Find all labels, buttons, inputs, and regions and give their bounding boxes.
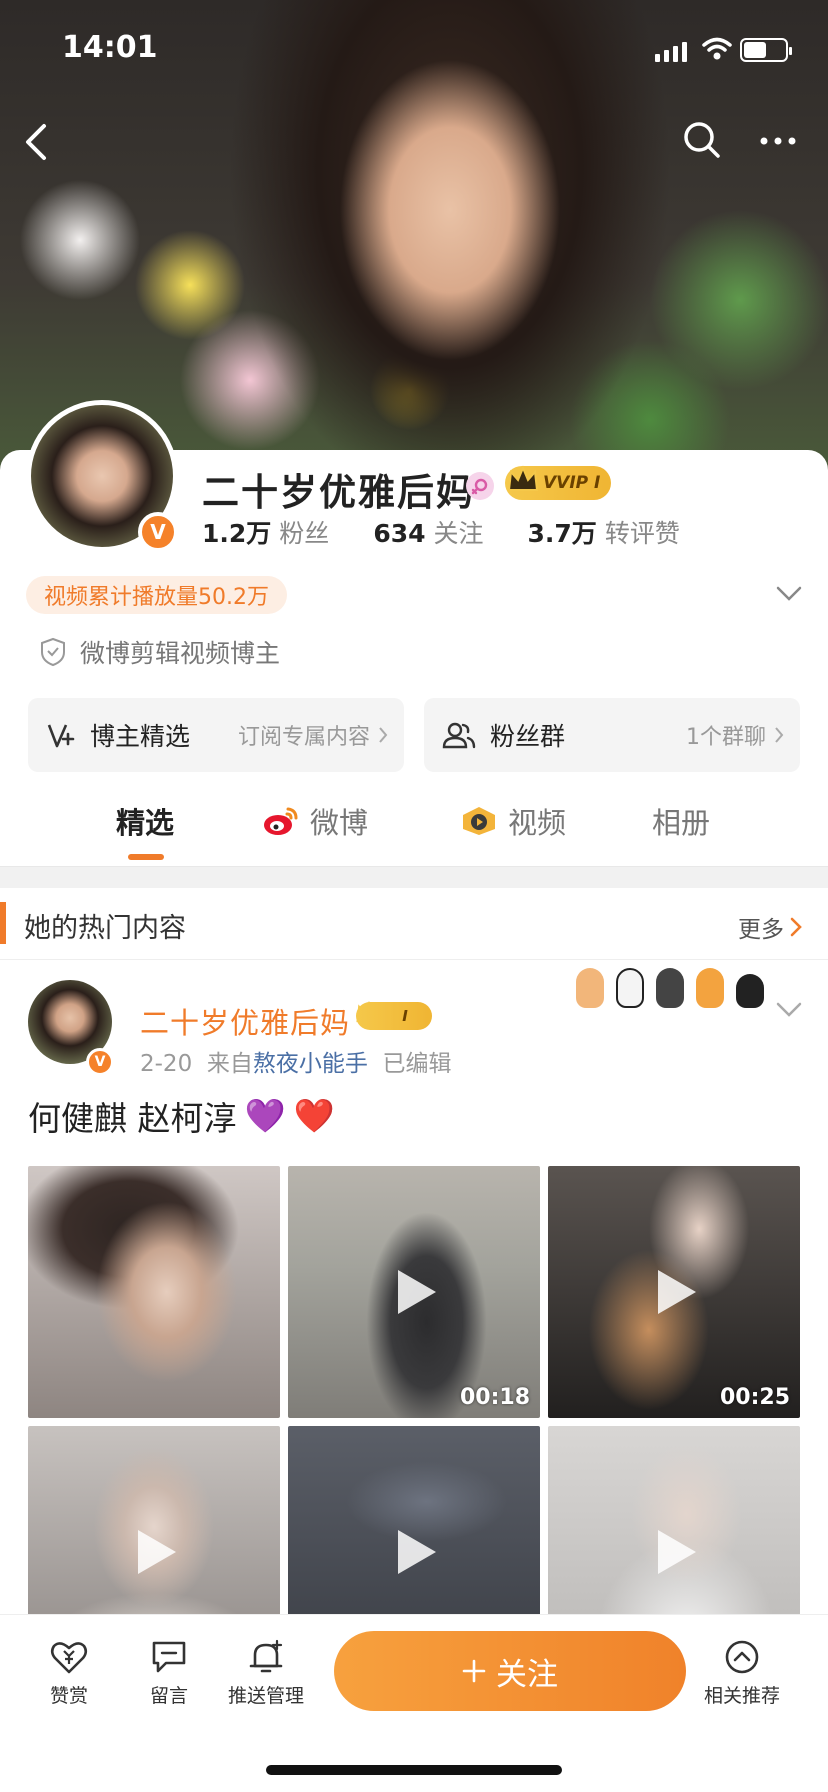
cellular-signal-icon bbox=[655, 42, 687, 62]
post-text: 何健麒 赵柯淳 💜 ❤️ bbox=[28, 1096, 335, 1138]
tab-album[interactable]: 相册 bbox=[652, 800, 710, 842]
play-icon bbox=[138, 1530, 176, 1574]
bottom-action-bar: 赞赏 留言 推送管理 关注 相关推荐 bbox=[0, 1614, 828, 1792]
paw-icon bbox=[616, 968, 644, 1008]
post-verified-badge: V bbox=[86, 1048, 114, 1076]
red-heart-emoji: ❤️ bbox=[293, 1096, 335, 1135]
blogger-picks-sub-wrap: 订阅专属内容 bbox=[238, 719, 388, 751]
more-icon[interactable] bbox=[758, 126, 798, 156]
paw-icon bbox=[656, 968, 684, 1008]
blogger-picks-sub: 订阅专属内容 bbox=[237, 725, 370, 750]
stat-interactions[interactable]: 3.7万 转评赞 bbox=[528, 514, 680, 550]
female-gender-icon bbox=[466, 472, 494, 500]
stat-fans[interactable]: 1.2万 粉丝 bbox=[202, 514, 329, 550]
profile-tabs: 精选 微博 视频 相册 bbox=[0, 790, 828, 865]
reward-heart-icon bbox=[50, 1642, 88, 1674]
verification-text: 微博剪辑视频博主 bbox=[80, 639, 281, 668]
paw-icon bbox=[576, 968, 604, 1008]
stat-following[interactable]: 634 关注 bbox=[373, 514, 483, 550]
reward-button[interactable]: 赞赏 bbox=[50, 1639, 88, 1708]
vplus-icon bbox=[47, 724, 75, 748]
shield-icon bbox=[41, 637, 65, 667]
more-link[interactable]: 更多 bbox=[738, 910, 802, 944]
hot-accent-bar bbox=[0, 902, 6, 944]
fan-group-sub: 1个群聊 bbox=[686, 725, 766, 750]
post-vip-badge: I bbox=[356, 1002, 432, 1030]
video-icon bbox=[463, 807, 495, 835]
blogger-picks-card[interactable]: 博主精选 订阅专属内容 bbox=[28, 698, 404, 772]
chevron-down-icon[interactable] bbox=[776, 1002, 802, 1018]
weibo-icon bbox=[264, 807, 298, 835]
post-media-grid: 00:18 00:25 bbox=[28, 1166, 800, 1678]
home-indicator[interactable] bbox=[266, 1765, 562, 1775]
related-recommend-button[interactable]: 相关推荐 bbox=[704, 1639, 780, 1708]
verified-badge: V bbox=[138, 512, 178, 552]
hot-content-header: 她的热门内容 更多 bbox=[0, 888, 828, 960]
post-source-link[interactable]: 熬夜小能手 bbox=[253, 1051, 368, 1077]
play-icon bbox=[398, 1530, 436, 1574]
hot-content-title: 她的热门内容 bbox=[24, 913, 186, 944]
wifi-icon bbox=[702, 37, 732, 60]
post-meta: 2-20 来自熬夜小能手 已编辑 bbox=[140, 1051, 452, 1077]
follow-button[interactable]: 关注 bbox=[334, 1631, 686, 1711]
search-icon[interactable] bbox=[682, 120, 722, 160]
tab-video[interactable]: 视频 bbox=[460, 800, 566, 842]
video-duration: 00:18 bbox=[459, 1385, 530, 1410]
media-thumb[interactable]: 00:25 bbox=[548, 1166, 800, 1418]
message-button[interactable]: 留言 bbox=[150, 1639, 188, 1708]
message-icon bbox=[152, 1641, 186, 1673]
fan-group-title: 粉丝群 bbox=[490, 722, 566, 751]
play-icon bbox=[398, 1270, 436, 1314]
play-icon bbox=[658, 1270, 696, 1314]
profile-name: 二十岁优雅后妈 bbox=[202, 471, 475, 514]
plus-icon bbox=[462, 1659, 486, 1683]
bell-icon bbox=[249, 1639, 283, 1673]
verification-row: 微博剪辑视频博主 bbox=[40, 634, 280, 670]
group-icon bbox=[442, 722, 476, 749]
paw-icon bbox=[736, 974, 764, 1008]
chevron-up-circle-icon bbox=[725, 1640, 759, 1674]
status-bar: 14:01 bbox=[0, 30, 828, 70]
cat-paws-decoration bbox=[576, 968, 764, 1008]
media-thumb[interactable]: 00:18 bbox=[288, 1166, 540, 1418]
tab-featured[interactable]: 精选 bbox=[116, 800, 174, 842]
cover-photo[interactable] bbox=[0, 0, 828, 470]
section-divider bbox=[0, 866, 828, 888]
battery-icon bbox=[740, 38, 792, 62]
tab-weibo[interactable]: 微博 bbox=[262, 800, 368, 842]
media-thumb[interactable] bbox=[28, 1166, 280, 1418]
chevron-down-icon[interactable] bbox=[776, 586, 802, 602]
chevron-right-icon bbox=[790, 917, 802, 937]
post-author-name[interactable]: 二十岁优雅后妈 bbox=[140, 1000, 350, 1042]
play-icon bbox=[658, 1530, 696, 1574]
status-time: 14:01 bbox=[62, 30, 158, 65]
purple-heart-emoji: 💜 bbox=[244, 1096, 286, 1135]
chevron-right-icon bbox=[379, 727, 388, 743]
fan-group-card[interactable]: 粉丝群 1个群聊 bbox=[424, 698, 800, 772]
paw-icon bbox=[696, 968, 724, 1008]
push-settings-button[interactable]: 推送管理 bbox=[228, 1639, 304, 1708]
blogger-picks-title: 博主精选 bbox=[90, 722, 191, 751]
crown-icon bbox=[507, 465, 539, 491]
fan-group-sub-wrap: 1个群聊 bbox=[686, 719, 784, 751]
video-play-count-tag[interactable]: 视频累计播放量50.2万 bbox=[26, 576, 287, 614]
profile-stats: 1.2万 粉丝 634 关注 3.7万 转评赞 bbox=[202, 514, 724, 550]
chevron-right-icon bbox=[775, 727, 784, 743]
back-arrow-icon[interactable] bbox=[22, 122, 52, 162]
video-duration: 00:25 bbox=[719, 1385, 790, 1410]
tab-active-indicator bbox=[128, 854, 164, 860]
